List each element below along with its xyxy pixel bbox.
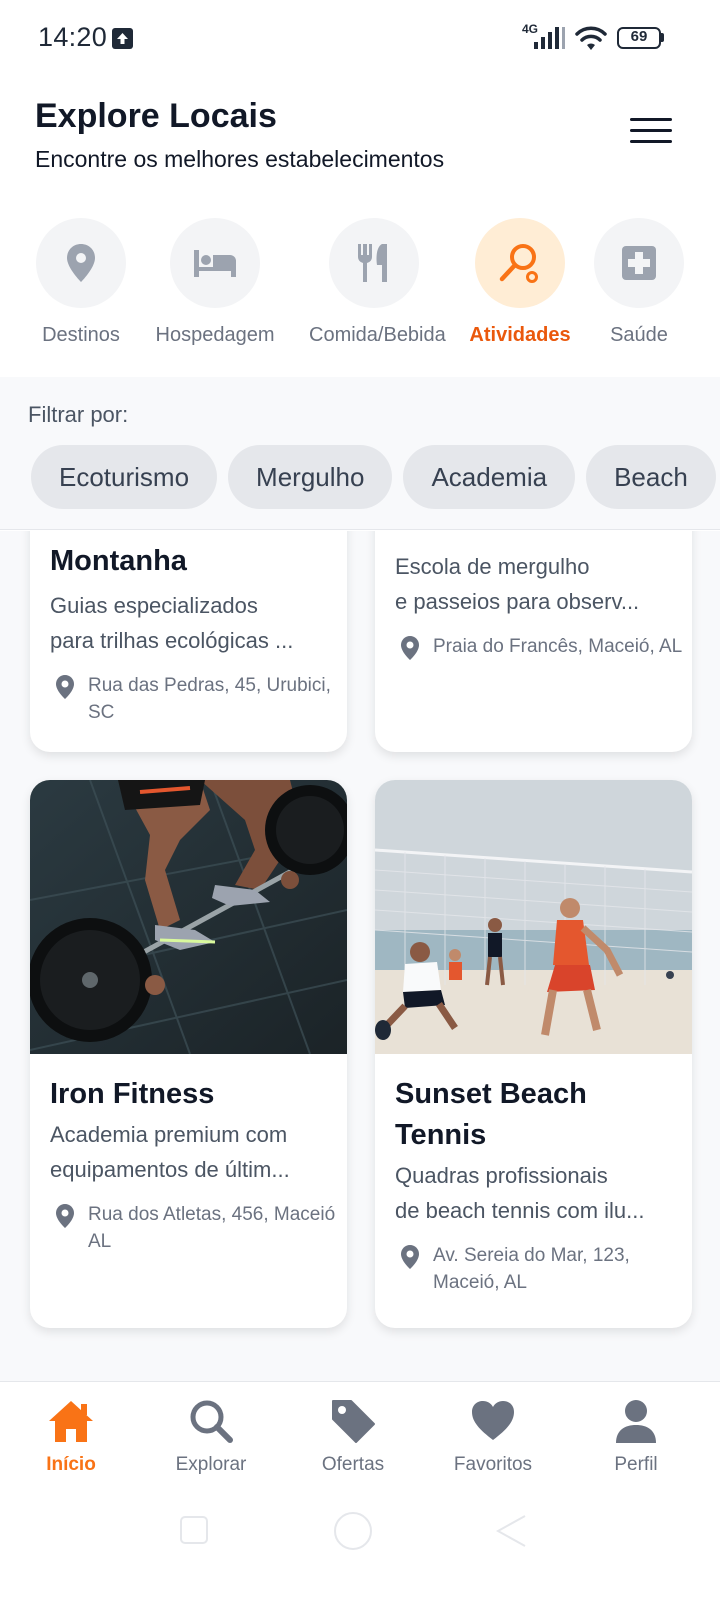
place-card-iron-fitness[interactable]: Iron Fitness Academia premium com equipa… <box>30 780 347 1328</box>
card-location-line: Maceió, AL <box>433 1272 527 1293</box>
category-circle <box>170 218 260 308</box>
card-description-line: Academia premium com <box>50 1122 288 1147</box>
card-description: Escola de mergulho e passeios para obser… <box>395 549 672 619</box>
page-subtitle: Encontre os melhores estabelecimentos <box>35 146 445 172</box>
category-saude[interactable]: Saúde <box>574 218 704 347</box>
card-description-line: para trilhas ecológicas ... <box>50 628 294 653</box>
nav-ofertas[interactable]: Ofertas <box>293 1398 413 1476</box>
status-bar: 14:20 4G 69 <box>0 0 720 78</box>
card-description: Quadras profissionais de beach tennis co… <box>395 1158 672 1228</box>
nav-explorar[interactable]: Explorar <box>151 1398 271 1476</box>
category-circle <box>475 218 565 308</box>
card-title: Iron Fitness <box>50 1078 215 1110</box>
nav-inicio[interactable]: Início <box>11 1398 131 1476</box>
battery-cap <box>661 33 664 42</box>
category-circle <box>329 218 419 308</box>
category-label: Destinos <box>42 324 120 346</box>
category-label: Hospedagem <box>155 324 275 346</box>
results-grid: Montanha Guias especializados para trilh… <box>0 531 720 1381</box>
place-card[interactable]: Montanha Guias especializados para trilh… <box>30 531 347 752</box>
nav-label: Explorar <box>175 1454 247 1475</box>
search-icon <box>190 1400 233 1443</box>
location-pin-icon <box>401 636 419 660</box>
place-card-sunset-beach-tennis[interactable]: Sunset Beach Tennis Quadras profissionai… <box>375 780 692 1328</box>
filter-label: Filtrar por: <box>28 402 129 427</box>
card-location: Praia do Francês, Maceió, AL <box>395 633 683 660</box>
card-location-line: Praia do Francês, Maceió, AL <box>433 636 683 657</box>
category-label: Atividades <box>469 324 571 346</box>
filter-section: Filtrar por: Ecoturismo Mergulho Academia B… <box>0 377 720 530</box>
card-location: Rua das Pedras, 45, Urubici, SC <box>50 672 331 726</box>
cell-signal-icon: 4G <box>522 22 570 52</box>
card-description-line: de beach tennis com ilu... <box>395 1198 645 1223</box>
category-comida-bebida[interactable]: Comida/Bebida <box>309 218 446 347</box>
heart-icon <box>472 1401 514 1440</box>
filter-chip[interactable]: Ecoturismo <box>31 445 218 509</box>
card-description-line: e passeios para observ... <box>395 589 640 614</box>
card-description-line: Escola de mergulho <box>395 554 590 579</box>
category-hospedagem[interactable]: Hospedagem <box>150 218 280 347</box>
status-time: 14:20 <box>38 22 108 52</box>
filter-chip[interactable]: Beach <box>586 445 716 509</box>
fork-knife-icon <box>357 244 387 282</box>
card-description-line: Guias especializados <box>50 593 258 618</box>
system-navigation-bar <box>0 1496 720 1600</box>
category-circle <box>594 218 684 308</box>
wifi-icon <box>575 26 607 50</box>
place-card[interactable]: Escola de mergulho e passeios para obser… <box>375 531 692 752</box>
nav-label: Início <box>46 1454 96 1475</box>
location-pin-icon <box>401 1245 419 1269</box>
back-button[interactable] <box>495 1514 527 1548</box>
filter-chips: Ecoturismo Mergulho Academia Beach <box>31 445 720 509</box>
nav-perfil[interactable]: Perfil <box>576 1398 696 1476</box>
card-location-line: Av. Sereia do Mar, 123, <box>433 1245 630 1266</box>
location-pin-icon <box>56 675 74 699</box>
card-location-line: Rua dos Atletas, 456, Maceió <box>88 1204 336 1225</box>
category-label: Saúde <box>610 324 668 346</box>
nav-favoritos[interactable]: Favoritos <box>433 1398 553 1476</box>
nav-label: Ofertas <box>321 1454 385 1475</box>
card-title: Sunset Beach Tennis <box>395 1078 587 1151</box>
tag-icon <box>332 1400 375 1443</box>
card-description-line: equipamentos de últim... <box>50 1157 290 1182</box>
nav-label: Favoritos <box>453 1454 533 1475</box>
card-title: Montanha <box>50 545 187 577</box>
home-icon <box>49 1401 93 1442</box>
category-atividades[interactable]: Atividades <box>455 218 585 347</box>
category-label: Comida/Bebida <box>309 324 446 346</box>
location-pin-icon <box>56 1204 74 1228</box>
user-icon <box>616 1400 656 1443</box>
upload-notification-icon <box>112 28 133 49</box>
bed-icon <box>194 250 236 277</box>
card-location-line: SC <box>88 702 115 723</box>
home-button[interactable] <box>334 1512 372 1550</box>
page-title: Explore Locais <box>35 97 277 135</box>
racket-icon <box>499 244 538 283</box>
category-destinos[interactable]: Destinos <box>16 218 146 347</box>
card-location-line: Rua das Pedras, 45, Urubici, <box>88 675 331 696</box>
hamburger-menu-icon[interactable] <box>626 118 676 152</box>
category-circle <box>36 218 126 308</box>
nav-label: Perfil <box>614 1454 658 1475</box>
card-description: Academia premium com equipamentos de últ… <box>50 1117 327 1187</box>
filter-chip[interactable]: Academia <box>403 445 576 509</box>
map-pin-icon <box>67 244 95 282</box>
card-location-line: AL <box>88 1231 112 1252</box>
card-image-beach-tennis <box>375 780 692 1054</box>
card-location: Rua dos Atletas, 456, Maceió AL <box>50 1201 336 1255</box>
card-image-gym <box>30 780 347 1054</box>
card-description: Guias especializados para trilhas ecológ… <box>50 588 327 658</box>
card-location: Av. Sereia do Mar, 123, Maceió, AL <box>395 1242 672 1296</box>
battery-level: 69 <box>630 28 648 45</box>
filter-chip[interactable]: Mergulho <box>228 445 393 509</box>
bottom-navigation: Início Explorar Ofertas Favoritos Perfil <box>0 1381 720 1496</box>
medical-cross-icon <box>622 246 656 280</box>
recent-apps-button[interactable] <box>180 1516 208 1544</box>
card-description-line: Quadras profissionais <box>395 1163 608 1188</box>
